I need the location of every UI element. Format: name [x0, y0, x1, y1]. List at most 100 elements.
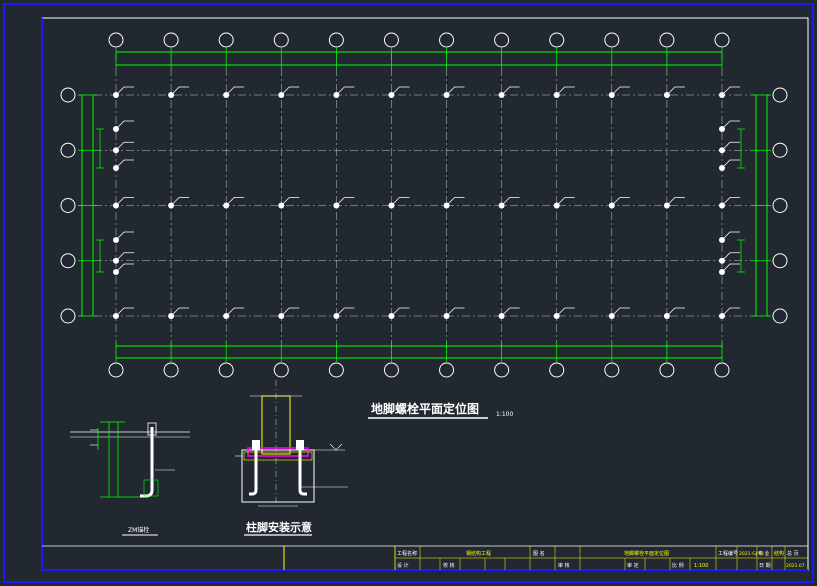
grid-bubble-bottom-1: [108, 362, 124, 378]
grid-bubble-top-11: [659, 32, 675, 48]
tb-sheet-label: 专 业: [758, 550, 770, 557]
gable-bolt-right-3-leader: [722, 231, 740, 240]
anchor-bolt-plan: [60, 32, 788, 378]
grid-bubble-top-7: [439, 32, 455, 48]
tb-date-value: 2021.07: [786, 563, 805, 569]
anchor-bolt-r1-c3-leader: [226, 86, 245, 95]
tb-scale-value: 1:100: [694, 563, 708, 569]
grid-bubble-top-12: [714, 32, 730, 48]
anchor-bolt-r3-c8-leader: [502, 197, 520, 205]
grid-bubble-top-2: [163, 32, 179, 48]
tb-project-label: 工程名称: [397, 550, 417, 557]
grid-bubble-bottom-7: [439, 362, 455, 378]
grid-bubble-top-1: [108, 32, 124, 48]
grid-bubble-bottom-2: [163, 362, 179, 378]
anchor-bolt-r3-c12-leader: [722, 197, 740, 205]
cad-drawing-canvas: 地脚螺栓平面定位图 1:100 ZM锚栓 柱脚安装示意 工程名称 钢结构工程 图…: [3, 3, 814, 583]
grid-bubble-left-3: [60, 198, 76, 213]
anchor-bolt-r5-c11-leader: [667, 307, 685, 316]
gable-bolt-right-2-leader: [722, 159, 740, 168]
anchor-bolt-r3-c7-leader: [447, 197, 465, 205]
tb-check-label: 校 核: [443, 562, 455, 569]
anchor-bolt-r1-c7-leader: [447, 86, 465, 95]
column-foot-detail: [235, 380, 348, 507]
grid-bubble-top-5: [328, 32, 344, 48]
grid-bubble-right-1: [772, 87, 788, 103]
tb-scale-label: 比 例: [672, 562, 684, 569]
anchor-bolt-r5-c12-leader: [722, 307, 740, 316]
tb-drawing-no-label: 工程编号: [718, 550, 738, 557]
anchor-bolt-r1-c6-leader: [392, 86, 410, 95]
anchor-bolt-r3-c2-leader: [171, 197, 190, 205]
grid-bubble-left-1: [60, 87, 76, 103]
anchor-bolt-detail-label: ZM锚栓: [128, 526, 149, 534]
anchor-bolt-r5-c2-leader: [171, 307, 190, 316]
tb-sheet-value: 结构: [774, 550, 784, 557]
sheet-inner-frame: [41, 17, 809, 571]
gable-bolt-right-4-leader: [722, 263, 740, 272]
grid-bubble-top-4: [273, 32, 289, 48]
gable-bolt-left-1-leader: [116, 120, 134, 129]
tb-approve-label: 审 定: [627, 562, 639, 569]
grid-bubble-top-9: [549, 32, 565, 48]
anchor-bolt-r2-c12-leader: [722, 141, 740, 150]
tb-design-label: 设 计: [397, 562, 409, 569]
anchor-bolt-r3-c1-leader: [116, 197, 134, 205]
anchor-bolt-r5-c4-leader: [281, 307, 300, 316]
grid-bubble-bottom-5: [328, 362, 344, 378]
anchor-bolt-r1-c1-leader: [116, 86, 134, 95]
gable-bolt-right-1-leader: [722, 120, 740, 129]
sheet-outer-frame: [3, 3, 814, 583]
grid-bubble-bottom-12: [714, 362, 730, 378]
gable-bolt-left-2-leader: [116, 159, 134, 168]
grid-bubble-left-5: [60, 308, 76, 324]
anchor-bolt-r5-c10-leader: [612, 307, 630, 316]
anchor-bolt-r3-c11-leader: [667, 197, 685, 205]
anchor-bolt-r3-c5-leader: [337, 197, 355, 205]
anchor-bolt-r1-c2-leader: [171, 86, 190, 95]
grid-bubble-top-6: [383, 32, 399, 48]
grid-bubble-left-2: [60, 142, 76, 158]
grid-bubble-bottom-4: [273, 362, 289, 378]
gable-bolt-left-3-leader: [116, 231, 134, 240]
grid-bubble-left-4: [60, 253, 76, 269]
anchor-bolt-r1-c10-leader: [612, 86, 630, 95]
anchor-bolt-r1-c12-leader: [722, 86, 740, 95]
drawing-scale: 1:100: [496, 411, 513, 418]
tb-drawing-name-value: 地脚螺栓平面定位图: [624, 550, 669, 557]
anchor-bolt-r5-c1-leader: [116, 307, 134, 316]
anchor-bolt-r5-c8-leader: [502, 307, 520, 316]
tb-review-label: 审 核: [558, 562, 570, 569]
column-foot-detail-label: 柱脚安装示意: [246, 520, 312, 534]
anchor-bolt-r3-c3-leader: [226, 197, 245, 205]
grid-bubble-top-3: [218, 32, 234, 48]
drawing-title: 地脚螺栓平面定位图: [371, 401, 479, 416]
anchor-bolt-r5-c9-leader: [557, 307, 575, 316]
anchor-bolt-r5-c5-leader: [337, 307, 355, 316]
grid-bubble-right-2: [772, 142, 788, 158]
anchor-bolt-r3-c10-leader: [612, 197, 630, 205]
grid-bubble-bottom-8: [494, 362, 510, 378]
anchor-bolt-r4-c12-leader: [722, 252, 740, 261]
tb-date-label: 日 期: [759, 563, 771, 569]
anchor-bolt-r3-c9-leader: [557, 197, 575, 205]
grid-bubble-bottom-9: [549, 362, 565, 378]
tb-page-label: 总 页: [787, 550, 799, 557]
anchor-bolt-r3-c4-leader: [281, 197, 300, 205]
grid-bubble-bottom-11: [659, 362, 675, 378]
anchor-bolt-detail: [70, 421, 190, 498]
gable-bolt-left-4-leader: [116, 263, 134, 272]
grid-bubble-bottom-3: [218, 362, 234, 378]
grid-bubble-bottom-10: [604, 362, 620, 378]
grid-bubble-right-5: [772, 308, 788, 324]
anchor-bolt-r5-c6-leader: [392, 307, 410, 316]
grid-bubble-right-4: [772, 253, 788, 269]
tb-drawing-name-label: 图 名: [533, 550, 545, 557]
grid-bubble-right-3: [772, 198, 788, 213]
anchor-bolt-r1-c8-leader: [502, 86, 520, 95]
anchor-bolt-r5-c7-leader: [447, 307, 465, 316]
anchor-bolt-r4-c1-leader: [116, 252, 134, 261]
tb-project-value: 钢结构工程: [466, 550, 491, 557]
grid-bubble-top-8: [494, 32, 510, 48]
grid-bubble-top-10: [604, 32, 620, 48]
